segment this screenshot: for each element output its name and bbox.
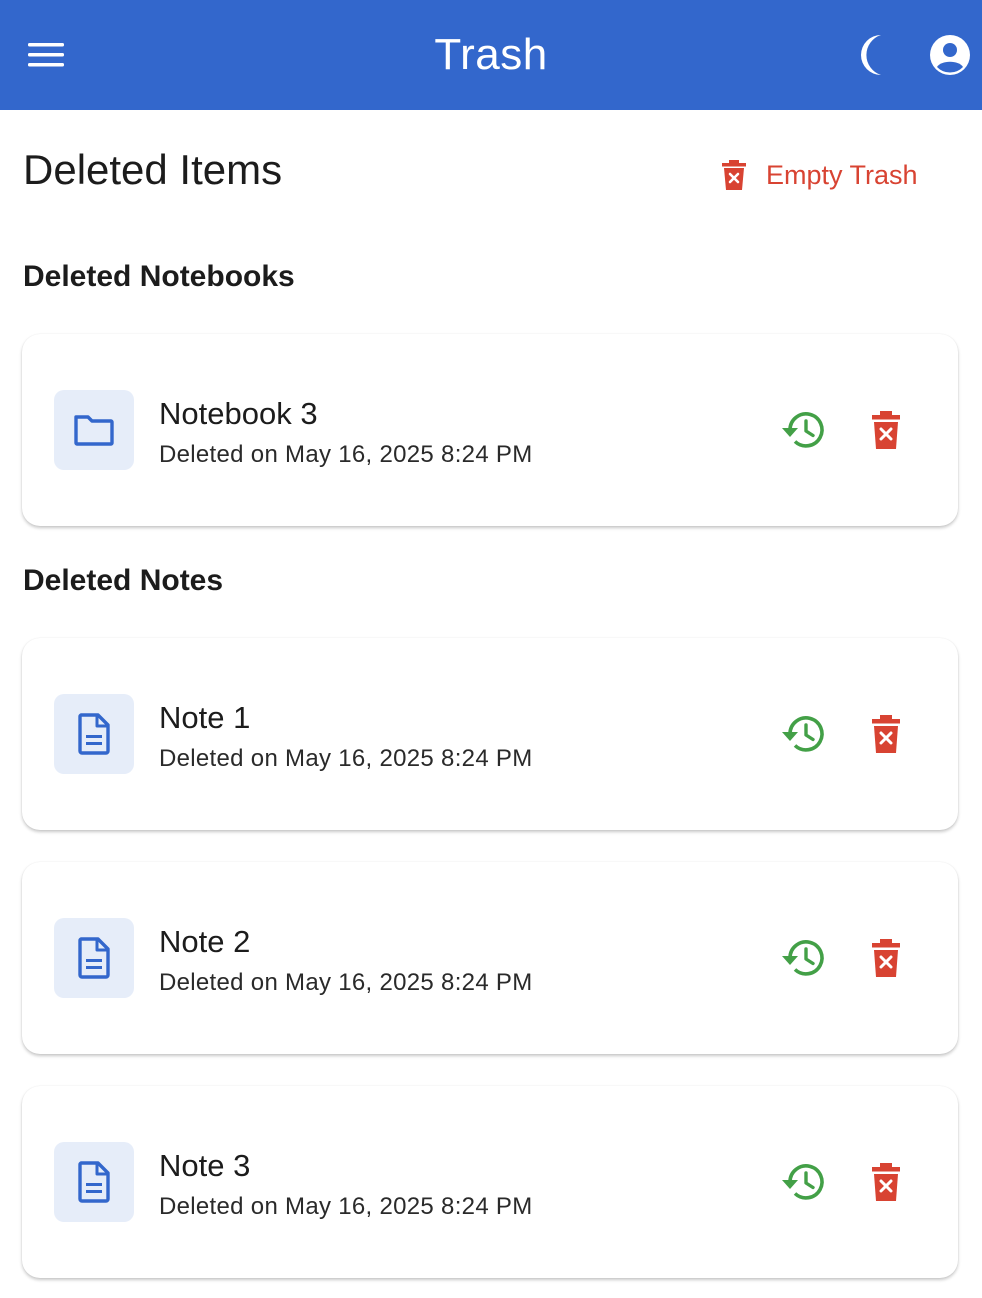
empty-trash-button[interactable]: Empty Trash xyxy=(712,150,942,200)
restore-notebook-button[interactable] xyxy=(778,404,830,456)
empty-trash-label: Empty Trash xyxy=(766,159,918,190)
note-card: Note 3 Deleted on May 16, 2025 8:24 PM xyxy=(22,1086,958,1278)
folder-icon xyxy=(74,415,114,446)
account-button[interactable] xyxy=(924,29,976,81)
account-circle-icon xyxy=(930,35,970,75)
notes-section-title: Deleted Notes xyxy=(23,564,224,597)
notebook-name: Notebook 3 xyxy=(159,396,318,431)
delete-note-forever-button[interactable] xyxy=(860,932,912,984)
note-deleted-date: Deleted on May 16, 2025 8:24 PM xyxy=(159,745,533,772)
document-icon xyxy=(78,937,110,979)
notebook-deleted-date: Deleted on May 16, 2025 8:24 PM xyxy=(159,441,533,468)
note-name: Note 2 xyxy=(159,924,251,959)
note-deleted-date: Deleted on May 16, 2025 8:24 PM xyxy=(159,969,533,996)
theme-toggle-button[interactable] xyxy=(848,29,896,81)
delete-forever-icon xyxy=(872,939,900,977)
note-card: Note 1 Deleted on May 16, 2025 8:24 PM xyxy=(22,638,958,830)
notebook-avatar xyxy=(54,390,134,470)
restore-icon xyxy=(782,412,824,448)
menu-icon xyxy=(28,43,64,67)
delete-forever-icon xyxy=(872,715,900,753)
restore-note-button[interactable] xyxy=(778,932,830,984)
note-name: Note 3 xyxy=(159,1148,251,1183)
app-bar-title: Trash xyxy=(434,30,548,79)
delete-forever-icon xyxy=(872,1163,900,1201)
note-avatar xyxy=(54,1142,134,1222)
note-avatar xyxy=(54,918,134,998)
notebooks-section-title: Deleted Notebooks xyxy=(23,260,295,293)
delete-notebook-forever-button[interactable] xyxy=(860,404,912,456)
notebook-card: Notebook 3 Deleted on May 16, 2025 8:24 … xyxy=(22,334,958,526)
menu-button[interactable] xyxy=(22,33,70,77)
moon-icon xyxy=(861,35,881,75)
restore-icon xyxy=(782,940,824,976)
restore-note-button[interactable] xyxy=(778,1156,830,1208)
note-avatar xyxy=(54,694,134,774)
document-icon xyxy=(78,1161,110,1203)
note-deleted-date: Deleted on May 16, 2025 8:24 PM xyxy=(159,1193,533,1220)
document-icon xyxy=(78,713,110,755)
page-title: Deleted Items xyxy=(23,146,283,193)
delete-forever-icon xyxy=(722,160,746,190)
delete-note-forever-button[interactable] xyxy=(860,708,912,760)
delete-forever-icon xyxy=(872,411,900,449)
delete-note-forever-button[interactable] xyxy=(860,1156,912,1208)
restore-icon xyxy=(782,716,824,752)
note-name: Note 1 xyxy=(159,700,251,735)
restore-icon xyxy=(782,1164,824,1200)
app-bar: Trash xyxy=(0,0,982,110)
restore-note-button[interactable] xyxy=(778,708,830,760)
note-card: Note 2 Deleted on May 16, 2025 8:24 PM xyxy=(22,862,958,1054)
